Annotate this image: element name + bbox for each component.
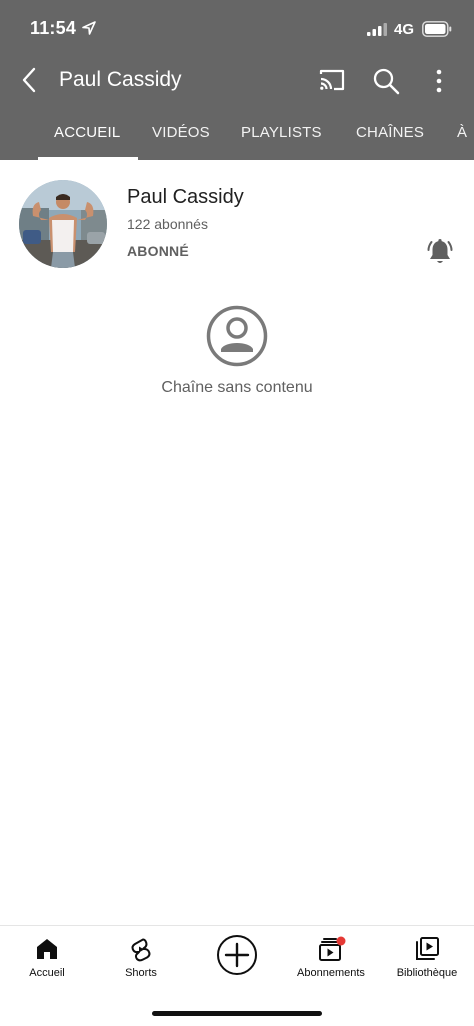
home-icon <box>37 939 57 959</box>
tab-chaines[interactable]: CHAÎNES <box>356 124 424 141</box>
tab-playlists[interactable]: PLAYLISTS <box>241 124 322 141</box>
home-indicator[interactable] <box>152 1011 322 1016</box>
subscriptions-icon <box>319 936 346 961</box>
empty-state: Chaîne sans contenu <box>0 305 474 405</box>
empty-state-text: Chaîne sans contenu <box>161 379 313 396</box>
status-bar: 11:54 4G <box>0 0 474 58</box>
shorts-icon <box>131 938 151 962</box>
avatar[interactable] <box>19 180 107 268</box>
nav-library-label: Bibliothèque <box>396 967 458 979</box>
account-circle-icon <box>206 305 268 367</box>
page-title: Paul Cassidy <box>59 68 182 91</box>
nav-home-label: Accueil <box>29 967 65 979</box>
nav-home[interactable]: Accueil <box>0 936 94 992</box>
tab-a-propos[interactable]: À <box>457 124 467 141</box>
nav-library[interactable]: Bibliothèque <box>380 936 474 992</box>
channel-name: Paul Cassidy <box>127 186 244 208</box>
nav-shorts-label: Shorts <box>125 967 157 979</box>
more-vert-icon[interactable] <box>428 68 450 94</box>
channel-info: Paul Cassidy 122 abonnés ABONNÉ <box>0 160 474 280</box>
nav-shorts[interactable]: Shorts <box>94 936 188 992</box>
library-icon <box>416 937 439 960</box>
subscriber-count: 122 abonnés <box>127 216 208 232</box>
bell-icon[interactable] <box>427 238 453 266</box>
nav-subscriptions-label: Abonnements <box>297 967 365 979</box>
network-type: 4G <box>394 21 415 38</box>
nav-subscriptions[interactable]: Abonnements <box>284 936 378 992</box>
cast-icon[interactable] <box>318 67 346 93</box>
status-time: 11:54 <box>30 18 77 38</box>
bottom-navigation: Accueil Shorts Abonnements Bibliothèque <box>0 925 474 1026</box>
tab-accueil[interactable]: ACCUEIL <box>54 124 120 141</box>
signal-bars-icon <box>367 23 387 36</box>
battery-icon <box>422 21 452 37</box>
back-arrow-icon[interactable] <box>16 66 44 94</box>
create-plus-icon[interactable] <box>216 934 258 976</box>
subscribed-button[interactable]: ABONNÉ <box>127 243 189 259</box>
search-icon[interactable] <box>372 67 400 95</box>
tab-videos[interactable]: VIDÉOS <box>152 124 210 141</box>
app-bar: Paul Cassidy <box>0 58 474 104</box>
channel-tabs: ACCUEIL VIDÉOS PLAYLISTS CHAÎNES À <box>0 110 474 160</box>
location-arrow-icon <box>82 21 96 35</box>
channel-header: 11:54 4G Paul Cassidy ACCUEIL VIDÉOS PLA… <box>0 0 474 160</box>
